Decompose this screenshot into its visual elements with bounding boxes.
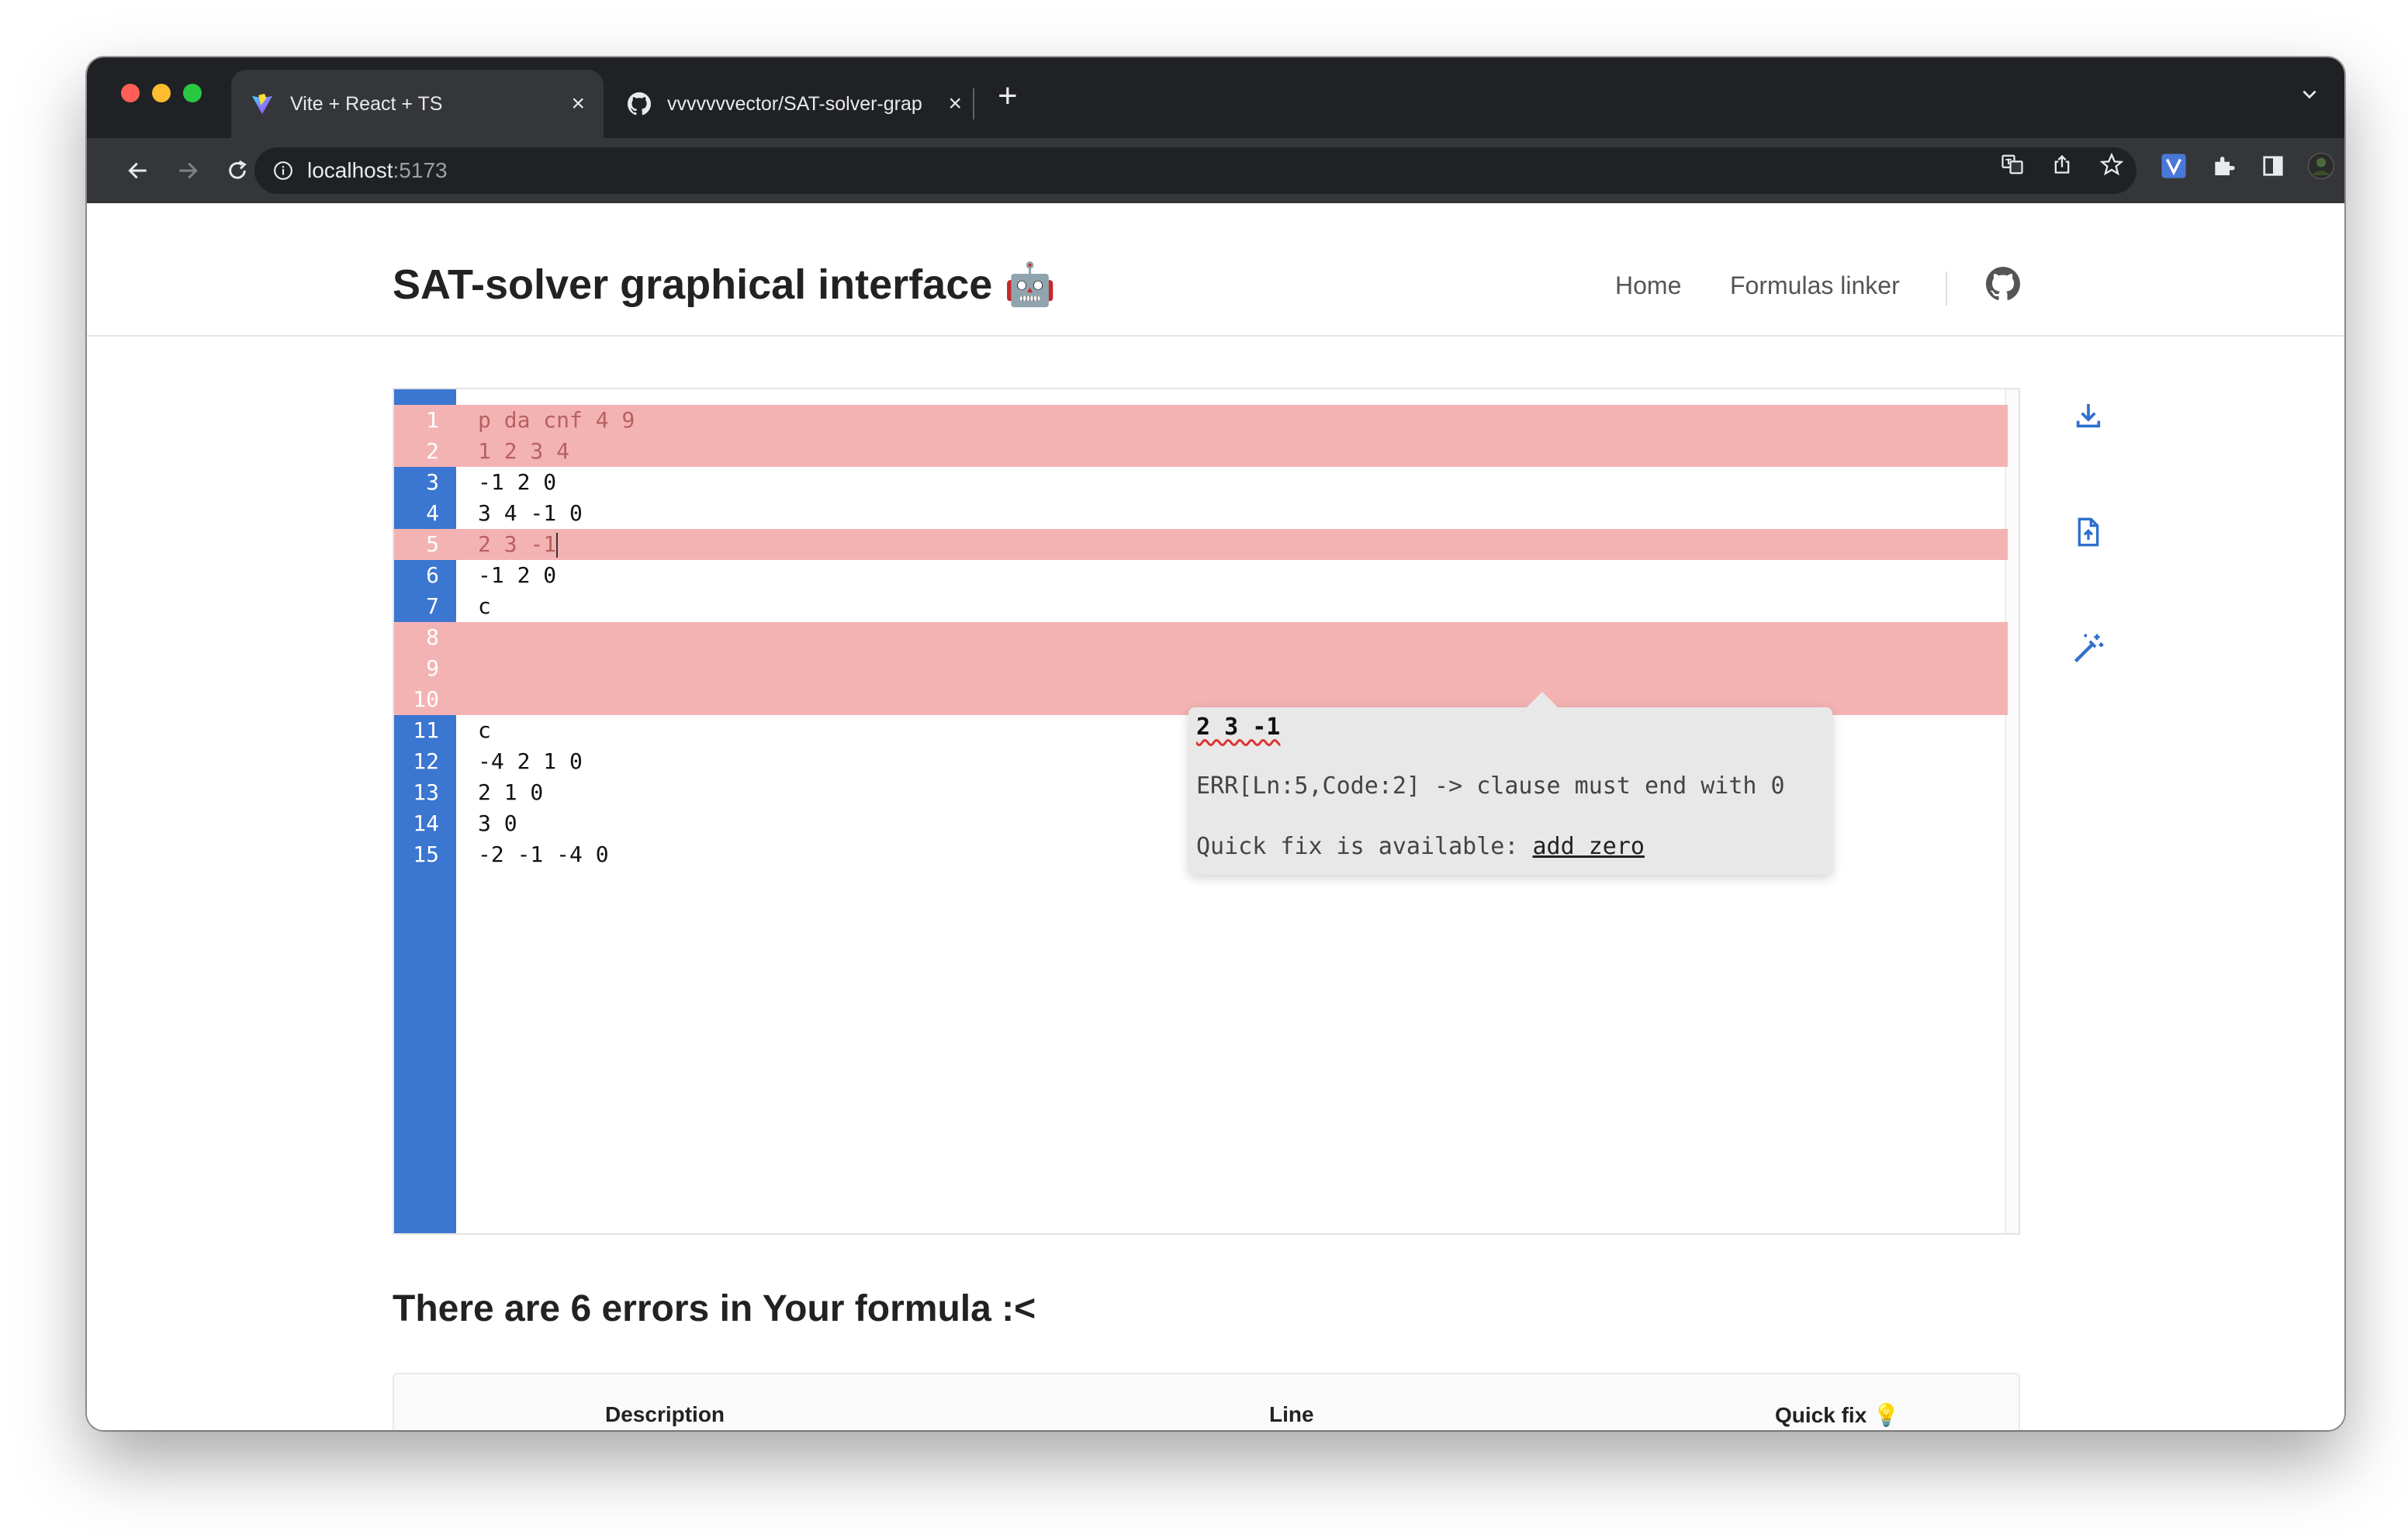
magic-wand-icon[interactable] [2067,627,2110,670]
line-code: 3 4 -1 0 [478,500,583,526]
tooltip-code: 2 3 -1 [1196,714,1281,741]
line-number: 3 [426,469,439,495]
url-port: :5173 [393,158,448,182]
tab-separator [973,88,974,119]
line-number: 6 [426,562,439,588]
line-number: 15 [413,842,439,867]
close-tab-icon[interactable]: × [948,91,962,117]
new-tab-button[interactable]: + [998,79,1018,113]
tab-title: Vite + React + TS [290,92,443,115]
profile-avatar-icon[interactable] [2307,152,2335,180]
minimize-window-button[interactable] [152,84,171,102]
editor-line[interactable]: 7c [394,591,2008,622]
editor-line[interactable]: 5 2 3 -1 [394,529,2008,560]
line-code: 1 2 3 4 [478,438,570,464]
vite-icon [250,92,275,116]
editor-line[interactable]: 3 -1 2 0 [394,467,2008,498]
line-code: -2 -1 -4 0 [478,842,609,867]
bookmark-star-icon[interactable] [2096,149,2127,180]
editor-line[interactable]: 4 3 4 -1 0 [394,498,2008,529]
close-window-button[interactable] [121,84,140,102]
line-code: p da cnf 4 9 [478,407,635,433]
line-code-text: 2 3 -1 [478,531,557,557]
editor-line[interactable]: 8 [394,622,2008,653]
line-number: 2 [426,438,439,464]
close-tab-icon[interactable]: × [571,91,585,117]
nav-divider [1946,271,1947,306]
line-code: -4 2 1 0 [478,748,583,774]
line-code: c [478,593,491,619]
line-code: -1 2 0 [478,469,557,495]
line-number: 12 [413,748,439,774]
line-number: 14 [413,810,439,836]
editor-line[interactable]: 2 1 2 3 4 [394,436,2008,467]
zoom-window-button[interactable] [183,84,202,102]
address-bar[interactable]: localhost :5173 [254,147,2136,194]
tooltip-quick-fix: Quick fix is available: add zero [1196,833,1645,860]
line-number: 7 [426,593,439,619]
nav-formulas-linker-link[interactable]: Formulas linker [1730,271,1900,300]
translate-icon[interactable] [1997,149,2028,180]
tab-search-chevron-icon[interactable] [2299,84,2320,109]
share-icon[interactable] [2046,149,2078,180]
line-number: 4 [426,500,439,526]
line-code: 2 1 0 [478,779,544,805]
github-icon[interactable] [1986,267,2025,306]
quick-fix-prefix: Quick fix is available: [1196,833,1533,860]
extensions-puzzle-icon[interactable] [2209,152,2237,180]
browser-toolbar: localhost :5173 [87,138,2344,203]
side-panel-icon[interactable] [2259,152,2287,180]
line-code: c [478,717,491,743]
browser-window: Vite + React + TS × vvvvvvvector/SAT-sol… [87,57,2344,1430]
upload-file-icon[interactable] [2067,510,2110,554]
add-zero-fix-link[interactable]: add zero [1532,833,1645,860]
tab-github[interactable]: vvvvvvvector/SAT-solver-grap × [608,70,981,138]
line-code: 2 3 -1 [478,529,559,560]
forward-icon[interactable] [171,154,205,188]
tab-vite[interactable]: Vite + React + TS × [231,70,604,138]
column-header-line[interactable]: Line [1269,1402,1314,1427]
line-number: 1 [426,407,439,433]
line-code: -1 2 0 [478,562,557,588]
page-title: SAT-solver graphical interface 🤖 [393,261,1057,308]
line-number: 8 [426,624,439,650]
tab-strip: Vite + React + TS × vvvvvvvector/SAT-sol… [87,57,2344,138]
text-caret [556,533,559,558]
tooltip-error-message: ERR[Ln:5,Code:2] -> clause must end with… [1196,772,1785,800]
line-number: 11 [413,717,439,743]
line-number: 9 [426,655,439,681]
line-number: 5 [426,531,439,557]
url-host: localhost [307,158,393,182]
site-info-icon[interactable] [273,161,293,181]
editor-line[interactable]: 6 -1 2 0 [394,560,2008,591]
column-header-quick-fix[interactable]: Quick fix 💡 [1775,1402,1900,1428]
line-number: 10 [413,686,439,712]
error-tooltip: 2 3 -1 ERR[Ln:5,Code:2] -> clause must e… [1188,692,1832,875]
editor-line[interactable]: 1 p da cnf 4 9 [394,405,2008,436]
nav-home-link[interactable]: Home [1615,271,1681,300]
editor-line[interactable]: 9 [394,653,2008,684]
line-code: 3 0 [478,810,517,836]
site-header: SAT-solver graphical interface 🤖 Home Fo… [87,203,2344,337]
reload-icon[interactable] [220,154,254,188]
download-icon[interactable] [2067,394,2110,437]
code-editor[interactable]: 1 p da cnf 4 9 2 1 2 3 4 3 -1 2 0 4 3 4 -1 0… [393,388,2020,1235]
page-content: SAT-solver graphical interface 🤖 Home Fo… [87,203,2344,1430]
tooltip-arrow [1527,692,1558,707]
back-icon[interactable] [121,154,155,188]
tab-title: vvvvvvvector/SAT-solver-grap [667,92,922,115]
errors-heading: There are 6 errors in Your formula :< [393,1288,1036,1329]
column-header-description[interactable]: Description [605,1402,725,1427]
github-icon [627,92,652,116]
errors-table: Description Line Quick fix 💡 [393,1373,2020,1430]
line-number: 13 [413,779,439,805]
extension-v-icon[interactable] [2160,152,2188,180]
